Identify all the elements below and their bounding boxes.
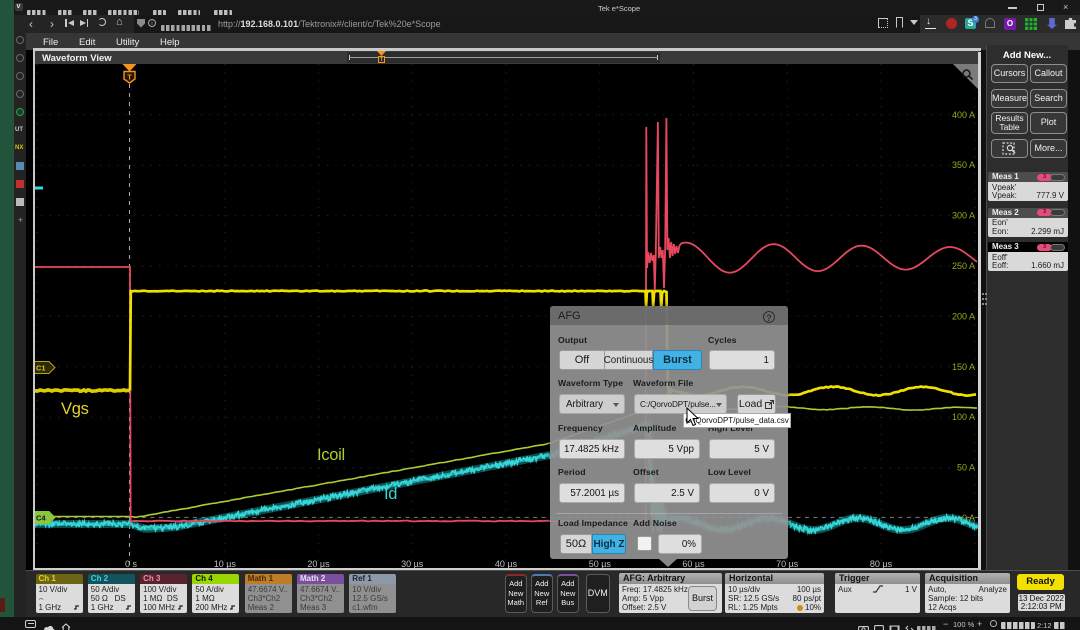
- svg-text:0 A: 0 A: [962, 513, 975, 523]
- svg-text:400 A: 400 A: [952, 110, 975, 120]
- svg-text:250 A: 250 A: [952, 261, 975, 271]
- svg-text:350 A: 350 A: [952, 160, 975, 170]
- svg-text:T: T: [127, 73, 132, 82]
- svg-text:Vgs: Vgs: [61, 400, 89, 418]
- svg-text:100 A: 100 A: [952, 412, 975, 422]
- svg-text:50 A: 50 A: [957, 463, 975, 473]
- svg-text:Id: Id: [384, 485, 397, 503]
- svg-text:Icoil: Icoil: [317, 446, 345, 464]
- svg-text:300 A: 300 A: [952, 211, 975, 221]
- svg-text:C1: C1: [36, 364, 46, 373]
- svg-text:200 A: 200 A: [952, 311, 975, 321]
- svg-text:150 A: 150 A: [952, 362, 975, 372]
- svg-text:C4: C4: [36, 514, 46, 523]
